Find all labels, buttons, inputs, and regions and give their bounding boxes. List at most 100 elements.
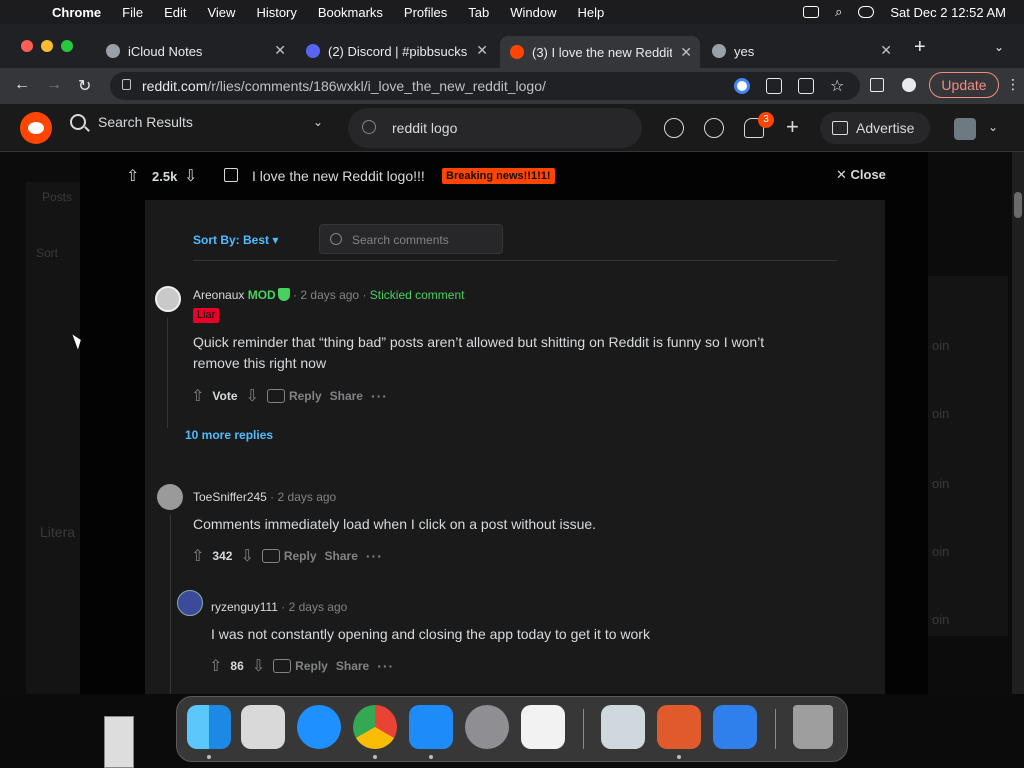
- post-flair[interactable]: Breaking news!!1!1!: [442, 168, 555, 184]
- menu-help[interactable]: Help: [578, 5, 605, 20]
- finder-icon[interactable]: [187, 705, 231, 749]
- avatar[interactable]: [157, 484, 183, 510]
- control-center-icon[interactable]: [858, 6, 875, 18]
- new-tab-plus-icon[interactable]: +: [914, 36, 926, 59]
- upvote-arrow-icon[interactable]: ⇧: [126, 166, 139, 186]
- user-avatar[interactable]: [954, 118, 976, 140]
- preview-icon[interactable]: [601, 705, 645, 749]
- page-scrollbar-thumb[interactable]: [1014, 192, 1022, 218]
- share-button[interactable]: Share: [330, 389, 363, 403]
- app-store-icon[interactable]: [409, 705, 453, 749]
- tab-search-chevron-icon[interactable]: ⌄: [994, 40, 1004, 54]
- reply-button[interactable]: Reply: [289, 389, 322, 403]
- forward-arrow-icon[interactable]: →: [46, 76, 62, 94]
- share-icon[interactable]: [798, 78, 814, 94]
- share-button[interactable]: Share: [325, 549, 358, 563]
- tab-close-icon[interactable]: ✕: [680, 44, 692, 61]
- tab-yes[interactable]: yes ✕: [712, 38, 892, 64]
- address-bar[interactable]: reddit.com/r/lies/comments/186wxkl/i_lov…: [110, 72, 860, 100]
- search-query-text[interactable]: reddit logo: [392, 120, 457, 136]
- menu-history[interactable]: History: [256, 5, 296, 20]
- window-minimize-button[interactable]: [41, 40, 53, 52]
- share-button[interactable]: Share: [336, 659, 369, 673]
- window-thumbnail[interactable]: [104, 716, 134, 768]
- comment-username[interactable]: ryzenguy111: [211, 600, 278, 614]
- upvote-arrow-icon[interactable]: ⇧: [191, 546, 204, 566]
- back-arrow-icon[interactable]: ←: [14, 76, 30, 94]
- thread-line[interactable]: [170, 514, 171, 694]
- update-chrome-button[interactable]: Update: [929, 72, 999, 98]
- more-options-icon[interactable]: ···: [366, 548, 383, 564]
- menu-window[interactable]: Window: [510, 5, 556, 20]
- tab-close-icon[interactable]: ✕: [274, 42, 286, 59]
- comment-timestamp[interactable]: 2 days ago: [289, 600, 348, 614]
- lock-icon[interactable]: [122, 79, 131, 90]
- trash-icon[interactable]: [793, 705, 833, 749]
- more-replies-link[interactable]: 10 more replies: [185, 428, 273, 442]
- reload-icon[interactable]: ↻: [78, 76, 91, 96]
- menu-tab[interactable]: Tab: [468, 5, 489, 20]
- tab-icloud-notes[interactable]: iCloud Notes ✕: [106, 38, 286, 64]
- side-panel-icon[interactable]: [870, 78, 884, 92]
- menubar-clock[interactable]: Sat Dec 2 12:52 AM: [890, 5, 1006, 20]
- reply-button[interactable]: Reply: [295, 659, 328, 673]
- bookmark-star-icon[interactable]: ☆: [830, 76, 844, 96]
- menu-app-name[interactable]: Chrome: [52, 5, 101, 20]
- close-overlay-button[interactable]: ✕ Close: [836, 167, 886, 183]
- search-results-dropdown[interactable]: Search Results ⌄: [70, 114, 323, 130]
- popular-arrow-icon[interactable]: [664, 118, 684, 138]
- comment-username[interactable]: Areonaux: [193, 288, 244, 302]
- menu-profiles[interactable]: Profiles: [404, 5, 447, 20]
- launchpad-icon[interactable]: [241, 705, 285, 749]
- advertise-button[interactable]: Advertise: [820, 112, 930, 144]
- reply-bubble-icon[interactable]: [266, 389, 285, 403]
- profile-icon[interactable]: [902, 78, 916, 92]
- tab-close-icon[interactable]: ✕: [476, 42, 488, 59]
- chrome-icon[interactable]: [353, 705, 397, 749]
- install-app-icon[interactable]: [766, 78, 782, 94]
- downvote-arrow-icon[interactable]: ⇩: [184, 166, 197, 186]
- downvote-arrow-icon[interactable]: ⇩: [240, 546, 253, 566]
- comment-username[interactable]: ToeSniffer245: [193, 490, 267, 504]
- url-text[interactable]: reddit.com/r/lies/comments/186wxkl/i_lov…: [142, 78, 546, 94]
- reply-button[interactable]: Reply: [284, 549, 317, 563]
- comment-timestamp[interactable]: 2 days ago: [278, 490, 337, 504]
- reply-bubble-icon[interactable]: [273, 659, 292, 673]
- menu-bookmarks[interactable]: Bookmarks: [318, 5, 383, 20]
- menu-file[interactable]: File: [122, 5, 143, 20]
- chat-bubble-icon[interactable]: [704, 118, 724, 138]
- create-post-plus-icon[interactable]: +: [786, 114, 799, 140]
- sort-comments-dropdown[interactable]: Sort By: Best ▾: [193, 233, 278, 247]
- more-options-icon[interactable]: ···: [377, 658, 394, 674]
- weather-icon[interactable]: [713, 705, 757, 749]
- reddit-logo-icon[interactable]: [20, 112, 52, 144]
- safari-icon[interactable]: [297, 705, 341, 749]
- tab-close-icon[interactable]: ✕: [880, 42, 892, 59]
- tab-discord[interactable]: (2) Discord | #pibbsucks ✕: [306, 38, 488, 64]
- chevron-down-icon[interactable]: ⌄: [988, 120, 998, 134]
- remote-desktop-icon[interactable]: [657, 705, 701, 749]
- textedit-icon[interactable]: [521, 705, 565, 749]
- window-close-button[interactable]: [21, 40, 33, 52]
- reddit-search-input[interactable]: reddit logo: [348, 108, 642, 148]
- downvote-arrow-icon[interactable]: ⇩: [246, 386, 259, 406]
- search-comments-input[interactable]: Search comments: [319, 224, 503, 254]
- menu-view[interactable]: View: [207, 5, 235, 20]
- tab-reddit-active[interactable]: (3) I love the new Reddit ✕: [500, 36, 700, 68]
- spotlight-search-icon[interactable]: ⌕: [835, 4, 842, 20]
- chrome-menu-icon[interactable]: ⋮: [1006, 76, 1020, 93]
- upvote-arrow-icon[interactable]: ⇧: [191, 386, 204, 406]
- window-zoom-button[interactable]: [61, 40, 73, 52]
- avatar[interactable]: [177, 590, 203, 616]
- avatar[interactable]: [155, 286, 181, 312]
- downvote-arrow-icon[interactable]: ⇩: [252, 656, 265, 676]
- page-scrollbar[interactable]: [1012, 152, 1024, 694]
- menu-edit[interactable]: Edit: [164, 5, 186, 20]
- post-title[interactable]: I love the new Reddit logo!!!: [252, 168, 425, 184]
- comment-timestamp[interactable]: 2 days ago: [300, 288, 359, 302]
- upvote-arrow-icon[interactable]: ⇧: [209, 656, 222, 676]
- more-options-icon[interactable]: ···: [371, 388, 388, 404]
- screen-mirroring-icon[interactable]: [803, 6, 820, 18]
- system-settings-icon[interactable]: [465, 705, 509, 749]
- google-lens-icon[interactable]: [734, 78, 750, 94]
